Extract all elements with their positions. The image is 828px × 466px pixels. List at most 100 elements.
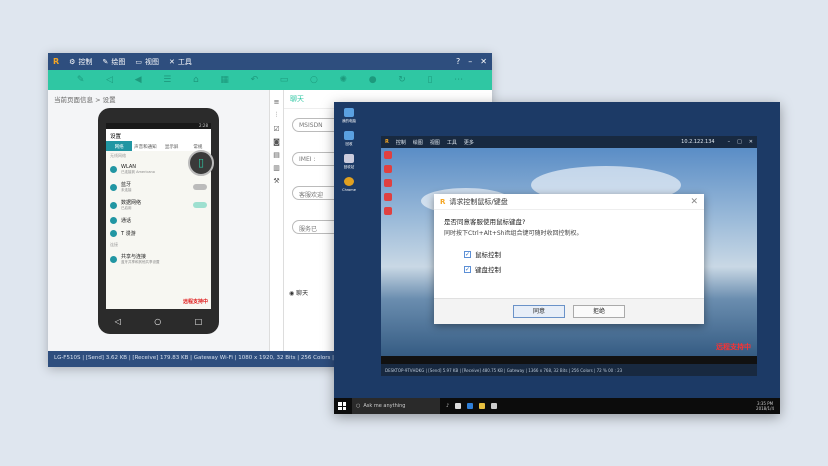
search-box[interactable]: ○ Ask me anything — [352, 398, 440, 414]
checkbox-checked-icon: ✓ — [464, 265, 471, 273]
more-icon[interactable]: ⋯ — [454, 75, 463, 85]
menu-draw[interactable]: ✎ 绘图 — [102, 57, 125, 67]
desktop-icon-chrome[interactable]: Chrome — [337, 177, 361, 192]
dialog-title-bar: R 请求控制鼠标/键盘 ✕ — [434, 194, 704, 210]
remote-app-icon[interactable] — [384, 193, 392, 201]
phone-nav-bar: ◁ ○ □ — [98, 317, 219, 326]
settings-tabs: 网络 声音和通知 显示屏 常规 — [106, 141, 211, 151]
system-clock[interactable]: 3:35 PM 2018/1/4 — [756, 401, 780, 411]
volume-down-icon[interactable]: ◁ — [106, 75, 113, 85]
menu-icon[interactable]: ☰ — [163, 75, 171, 85]
home-icon[interactable]: ⌂ — [193, 75, 199, 85]
menu-tools[interactable]: ✕ 工具 — [169, 57, 192, 67]
minimize-icon[interactable]: – — [468, 57, 472, 66]
chat-tab[interactable]: ◉ 聊天 — [289, 288, 308, 297]
back-icon[interactable]: ◁ — [115, 317, 121, 326]
keyboard-control-checkbox[interactable]: ✓ 键盘控制 — [434, 259, 704, 274]
remote-desktop-icons — [384, 151, 392, 215]
tools-icon[interactable]: ⚒ — [273, 177, 279, 185]
apps-icon[interactable]: ▦ — [220, 75, 229, 85]
desktop-icon-computer[interactable]: 我的电脑 — [337, 108, 361, 124]
wifi-icon — [110, 166, 117, 173]
tab-network[interactable]: 网络 — [106, 141, 133, 151]
remote-app-icon[interactable] — [384, 165, 392, 173]
menu-control[interactable]: 控制 — [396, 139, 406, 146]
call-icon — [110, 217, 117, 224]
bluetooth-row[interactable]: 蓝牙 未连接 — [106, 178, 211, 196]
remote-taskbar — [381, 356, 757, 364]
settings-icon[interactable]: ≡ — [274, 98, 280, 106]
record-icon[interactable]: ● — [369, 75, 377, 85]
desktop-icon-network[interactable]: 回收 — [337, 131, 361, 147]
network-icon — [344, 131, 354, 140]
menu-tools[interactable]: 工具 — [447, 139, 457, 146]
remote-support-label: 远程支持中 — [182, 299, 208, 305]
screen-icon[interactable]: ▭ — [280, 75, 289, 85]
close-icon[interactable]: ✕ — [480, 57, 487, 66]
data-toggle[interactable] — [193, 202, 207, 208]
task-view-icon[interactable] — [455, 403, 462, 409]
home-icon[interactable]: ○ — [154, 317, 161, 326]
file-icon[interactable]: ▥ — [273, 164, 280, 172]
share-icon — [110, 255, 117, 263]
call-row[interactable]: 通话 — [106, 214, 211, 227]
app-logo: R — [385, 139, 389, 145]
desktop-icon-recycle[interactable]: 回收站 — [337, 154, 361, 170]
phone-icon[interactable]: ▯ — [427, 75, 432, 85]
chat-icon[interactable]: ◙ — [273, 138, 280, 146]
dialog-title: 请求控制鼠标/键盘 — [449, 197, 508, 206]
gear-icon[interactable]: ✺ — [340, 75, 348, 85]
minimize-icon[interactable]: – — [728, 139, 731, 145]
menu-view[interactable]: ▭ 视图 — [135, 57, 159, 67]
edge-icon[interactable] — [467, 403, 474, 409]
tab-sound[interactable]: 声音和通知 — [132, 141, 158, 151]
reject-button[interactable]: 拒绝 — [573, 305, 625, 318]
explorer-icon[interactable] — [479, 403, 486, 409]
mouse-control-checkbox[interactable]: ✓ 鼠标控制 — [434, 237, 704, 259]
remote-app-icon[interactable] — [384, 179, 392, 187]
clear-icon[interactable]: ○ — [310, 75, 318, 85]
tools-icon: ✕ — [168, 57, 175, 66]
mic-icon[interactable]: ♪ — [446, 403, 449, 409]
dialog-question: 是否同意客服使用鼠标键盘? — [444, 218, 526, 226]
maximize-icon[interactable]: □ — [737, 139, 742, 145]
menu-view[interactable]: 视图 — [430, 139, 440, 146]
checklist-icon[interactable]: ☑ — [273, 125, 279, 133]
store-icon[interactable] — [491, 403, 498, 409]
desktop-icons: 我的电脑 回收 回收站 Chrome — [337, 108, 361, 192]
remote-app-icon[interactable] — [384, 207, 392, 215]
remote-support-label: 远程支持中 — [716, 343, 751, 351]
volume-up-icon[interactable]: ◀ — [135, 75, 142, 85]
elapsed-time: 00 : 23 — [608, 368, 623, 373]
search-icon: ○ — [356, 403, 361, 409]
data-row[interactable]: 数据网络 已启用 — [106, 196, 211, 214]
windows-start-icon[interactable] — [338, 402, 346, 410]
tab-display[interactable]: 显示屏 — [159, 141, 185, 151]
menu-more[interactable]: 更多 — [464, 139, 474, 146]
bluetooth-toggle[interactable] — [193, 184, 207, 190]
view-icon: ▭ — [135, 57, 142, 66]
roaming-icon — [110, 230, 117, 237]
control-icon: ⚙ — [69, 57, 76, 66]
menu-draw[interactable]: 绘图 — [413, 139, 423, 146]
share-row[interactable]: 共享与连接 蓝牙共享和其他共享设置 — [106, 250, 211, 268]
menu-control[interactable]: ⚙ 控制 — [69, 57, 92, 67]
computer-icon — [344, 108, 354, 117]
recent-icon[interactable]: □ — [195, 317, 203, 326]
remote-ip: 10.2.122.134 — [681, 139, 715, 145]
bluetooth-icon — [110, 183, 117, 191]
remote-title-bar: R 控制 绘图 视图 工具 更多 10.2.122.134 – □ ✕ — [381, 136, 757, 148]
agree-button[interactable]: 同意 — [513, 305, 565, 318]
remote-app-icon[interactable] — [384, 151, 392, 159]
close-icon[interactable]: ✕ — [690, 197, 698, 207]
draw-tool-icon[interactable]: ✎ — [77, 75, 85, 85]
roaming-row[interactable]: T 漫游 — [106, 227, 211, 240]
close-icon[interactable]: ✕ — [749, 139, 753, 145]
document-icon[interactable]: ▤ — [273, 151, 280, 159]
rotate-icon[interactable]: ↻ — [398, 75, 406, 85]
help-icon[interactable]: ? — [456, 57, 460, 66]
back-icon[interactable]: ↶ — [251, 75, 259, 85]
remote-status-bar: DESKTOP-9TVHDKG | [Send] 5.97 KB | [Rece… — [385, 368, 623, 373]
sliders-icon[interactable]: ⫶ — [276, 111, 278, 120]
data-icon — [110, 201, 117, 209]
